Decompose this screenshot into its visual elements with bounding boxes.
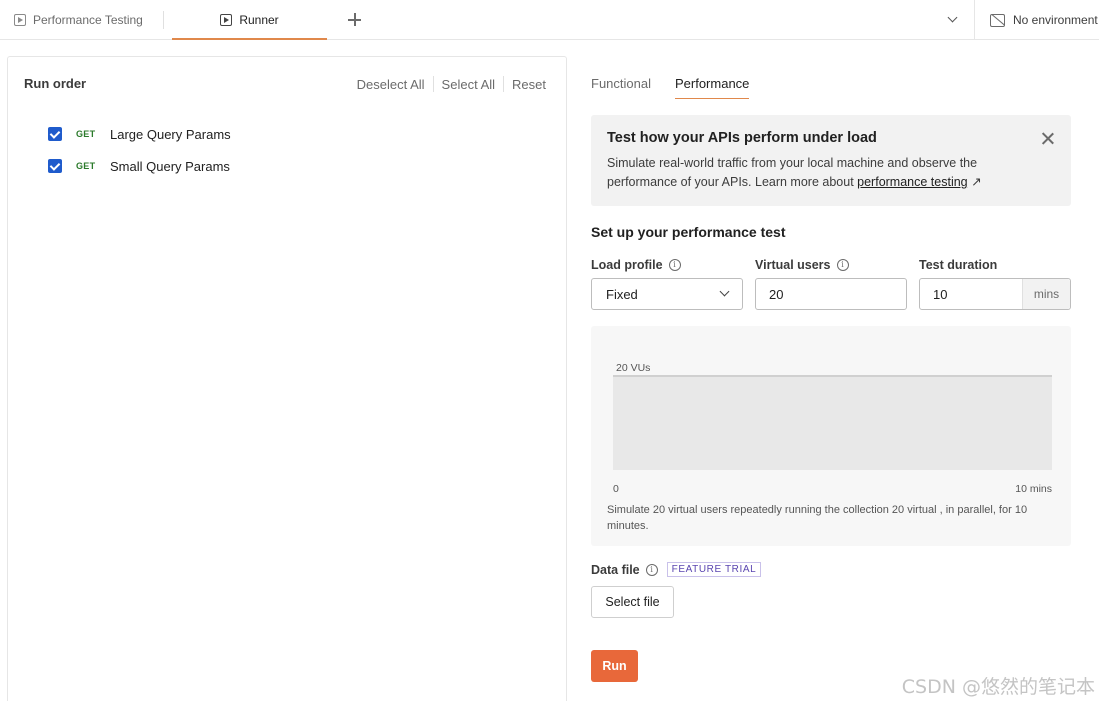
reset-button[interactable]: Reset	[504, 77, 546, 92]
top-tab-bar: Performance Testing Runner No environmen…	[0, 0, 1099, 40]
chart-svg: 20 VUs 0 10 mins	[613, 362, 1052, 495]
chevron-down-icon	[719, 286, 730, 297]
virtual-users-label-text: Virtual users	[755, 258, 831, 272]
tab-runner[interactable]: Runner	[172, 0, 327, 40]
chart-x-end-label: 10 mins	[1015, 483, 1052, 495]
load-profile-chart: 20 VUs 0 10 mins Simulate 20 virtual use…	[591, 326, 1071, 546]
load-profile-value: Fixed	[606, 286, 638, 302]
tab-label: Performance Testing	[33, 13, 143, 27]
performance-testing-link[interactable]: performance testing	[857, 175, 967, 189]
test-duration-label: Test duration	[919, 258, 997, 272]
tab-performance-testing[interactable]: Performance Testing	[14, 0, 143, 40]
info-icon[interactable]: i	[668, 259, 681, 271]
runner-mode-tabs: Functional Performance	[591, 76, 773, 99]
data-file-label-text: Data file	[591, 562, 640, 577]
virtual-users-value: 20	[769, 286, 784, 302]
info-icon[interactable]: i	[645, 563, 658, 576]
info-icon[interactable]: i	[836, 259, 849, 271]
method-badge: GET	[76, 161, 96, 171]
request-checkbox[interactable]	[48, 159, 62, 173]
new-tab-plus-icon[interactable]	[345, 10, 365, 30]
tab-performance[interactable]: Performance	[674, 76, 750, 99]
test-duration-value: 10	[933, 286, 948, 302]
load-profile-label-text: Load profile	[591, 258, 663, 272]
tab-divider	[163, 11, 164, 29]
run-order-title: Run order	[24, 76, 87, 91]
load-profile-label: Load profile i	[591, 258, 681, 272]
test-duration-input[interactable]: 10 mins	[919, 278, 1071, 310]
close-icon[interactable]	[1041, 131, 1055, 145]
active-tab-indicator	[172, 38, 327, 40]
data-file-label: Data file i FEATURE TRIAL	[591, 562, 762, 577]
banner-text: Simulate real-world traffic from your lo…	[607, 154, 1007, 192]
environment-selector[interactable]: No environment	[990, 0, 1098, 40]
run-icon	[14, 14, 26, 26]
environment-divider	[974, 0, 975, 40]
deselect-all-button[interactable]: Deselect All	[349, 77, 433, 92]
run-icon	[220, 14, 233, 26]
select-file-button[interactable]: Select file	[591, 586, 674, 618]
banner-title: Test how your APIs perform under load	[607, 130, 877, 146]
select-all-button[interactable]: Select All	[434, 77, 503, 92]
run-button[interactable]: Run	[591, 650, 638, 682]
virtual-users-input[interactable]: 20	[755, 278, 907, 310]
load-profile-select[interactable]: Fixed	[591, 278, 743, 310]
chart-description: Simulate 20 virtual users repeatedly run…	[607, 504, 1028, 532]
feature-trial-badge: FEATURE TRIAL	[666, 562, 762, 577]
chart-series-label: 20 VUs	[616, 362, 650, 374]
info-banner: Test how your APIs perform under load Si…	[591, 115, 1071, 206]
method-badge: GET	[76, 129, 96, 139]
request-checkbox[interactable]	[48, 127, 62, 141]
tab-functional[interactable]: Functional	[591, 76, 651, 99]
external-link-icon: ↗	[971, 175, 982, 189]
request-row[interactable]: GET Small Query Params	[48, 157, 230, 175]
chart-area-fill	[613, 376, 1052, 470]
request-name: Small Query Params	[110, 158, 230, 174]
request-name: Large Query Params	[110, 126, 231, 142]
setup-title: Set up your performance test	[591, 224, 786, 240]
tab-label: Runner	[239, 13, 279, 27]
run-order-actions: Deselect All Select All Reset	[349, 76, 546, 92]
virtual-users-label: Virtual users i	[755, 258, 849, 272]
watermark: CSDN @悠然的笔记本	[901, 676, 1095, 698]
environment-label: No environment	[1013, 13, 1098, 27]
no-environment-icon	[990, 13, 1005, 27]
tabs-dropdown-chevron-down-icon[interactable]	[947, 13, 959, 25]
run-order-panel: Run order Deselect All Select All Reset …	[7, 56, 567, 701]
duration-unit: mins	[1022, 279, 1070, 309]
request-row[interactable]: GET Large Query Params	[48, 125, 231, 143]
test-duration-label-text: Test duration	[919, 258, 998, 272]
chart-x-start-label: 0	[613, 483, 619, 495]
